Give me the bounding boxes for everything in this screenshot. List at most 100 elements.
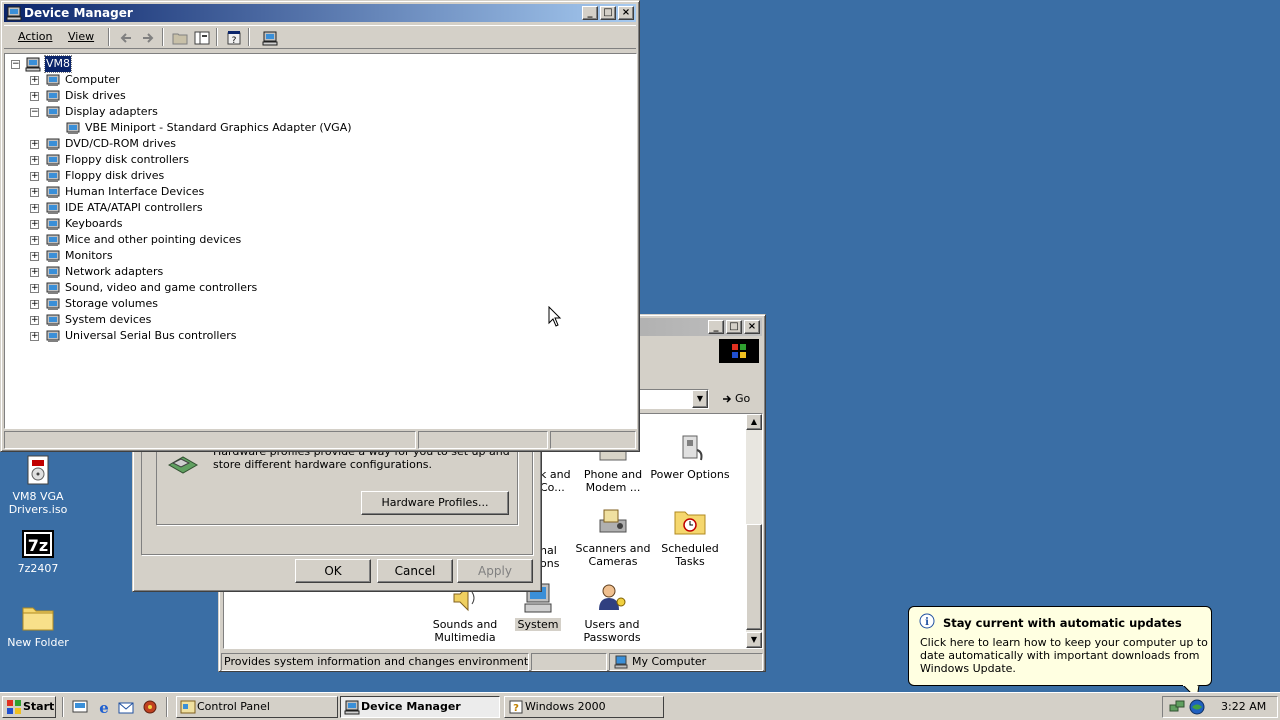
scroll-thumb[interactable] <box>746 524 762 630</box>
tree-item[interactable]: + Storage volumes <box>5 296 405 312</box>
tree-item[interactable]: + Computer <box>5 72 405 88</box>
up-folder-icon[interactable] <box>172 30 188 46</box>
device-category-icon <box>46 218 60 230</box>
address-combo[interactable]: ▼ <box>639 389 709 409</box>
menu-action[interactable]: Action <box>18 30 52 43</box>
tree-item[interactable]: + Floppy disk drives <box>5 168 405 184</box>
cancel-button[interactable]: Cancel <box>377 559 453 583</box>
expand-toggle[interactable]: + <box>30 172 39 181</box>
tree-item-label: Computer <box>65 73 120 86</box>
show-hide-tree-icon[interactable] <box>194 30 210 46</box>
minimize-button[interactable]: _ <box>582 6 598 20</box>
go-arrow-icon <box>723 395 732 403</box>
expand-toggle[interactable]: + <box>30 92 39 101</box>
expand-toggle[interactable]: + <box>30 188 39 197</box>
list-item-users-passwords[interactable]: Users and Passwords <box>570 582 654 644</box>
hardware-profiles-button[interactable]: Hardware Profiles... <box>361 491 509 515</box>
expand-toggle[interactable]: + <box>30 300 39 309</box>
expand-toggle[interactable]: + <box>30 252 39 261</box>
windows-update-tray-icon[interactable] <box>1189 699 1205 715</box>
task-windows-2000[interactable]: ? Windows 2000 <box>504 696 664 718</box>
desktop-icon-new-folder[interactable]: New Folder <box>0 602 76 649</box>
desktop-icon-7z2407[interactable]: 7z 7z2407 <box>0 530 76 575</box>
update-balloon[interactable]: i Stay current with automatic updates Cl… <box>908 606 1212 701</box>
forward-arrow-icon[interactable] <box>140 30 156 46</box>
device-category-icon <box>46 202 60 214</box>
chevron-down-icon[interactable]: ▼ <box>692 390 708 408</box>
tree-item[interactable]: + Human Interface Devices <box>5 184 405 200</box>
show-desktop-icon[interactable] <box>72 699 88 715</box>
list-item-power-options[interactable]: Power Options <box>648 432 732 481</box>
maximize-button[interactable]: □ <box>726 320 742 334</box>
expand-toggle[interactable]: + <box>30 220 39 229</box>
list-item-scheduled-tasks[interactable]: Scheduled Tasks <box>648 506 732 568</box>
clock[interactable]: 3:22 AM <box>1221 700 1266 713</box>
apply-button[interactable]: Apply <box>457 559 533 583</box>
maximize-button[interactable]: □ <box>600 6 616 20</box>
device-category-icon <box>46 74 60 86</box>
expand-toggle[interactable]: + <box>30 76 39 85</box>
task-control-panel[interactable]: Control Panel <box>176 696 338 718</box>
tree-item-label: Disk drives <box>65 89 126 102</box>
tree-item[interactable]: − Display adapters <box>5 104 405 120</box>
control-panel-icon <box>180 700 196 714</box>
tree-item[interactable]: + Network adapters <box>5 264 405 280</box>
go-button[interactable]: Go <box>719 389 759 409</box>
device-category-icon <box>46 170 60 182</box>
list-item-scanners-cameras[interactable]: Scanners and Cameras <box>572 506 654 568</box>
tree-item[interactable]: + IDE ATA/ATAPI controllers <box>5 200 405 216</box>
tree-root[interactable]: − VM8 <box>5 55 305 73</box>
collapse-toggle[interactable]: − <box>30 108 39 117</box>
tree-item[interactable]: + Mice and other pointing devices <box>5 232 405 248</box>
tree-item-label: System devices <box>65 313 152 326</box>
minimize-button[interactable]: _ <box>708 320 724 334</box>
device-category-icon <box>46 90 60 102</box>
expand-toggle[interactable]: + <box>30 332 39 341</box>
desktop-icon-label: VM8 VGA Drivers.iso <box>8 490 68 516</box>
expand-toggle[interactable]: + <box>30 236 39 245</box>
scroll-up-icon[interactable]: ▲ <box>746 414 762 430</box>
vertical-scrollbar[interactable]: ▲ ▼ <box>746 414 762 648</box>
collapse-toggle[interactable]: − <box>11 60 20 69</box>
expand-toggle[interactable]: + <box>30 156 39 165</box>
scroll-down-icon[interactable]: ▼ <box>746 632 762 648</box>
tree-item[interactable]: + Sound, video and game controllers <box>5 280 405 296</box>
network-tray-icon[interactable] <box>1169 699 1185 715</box>
tree-item[interactable]: + DVD/CD-ROM drives <box>5 136 405 152</box>
expand-toggle[interactable]: + <box>30 204 39 213</box>
device-category-icon <box>46 282 60 294</box>
status-bar-section <box>550 431 636 449</box>
menu-view[interactable]: View <box>68 30 94 43</box>
properties-icon[interactable]: ? <box>226 30 242 46</box>
tree-item[interactable]: + Keyboards <box>5 216 405 232</box>
expand-toggle[interactable]: + <box>30 316 39 325</box>
device-manager-titlebar[interactable]: Device Manager _ □ × <box>4 4 636 22</box>
ok-button[interactable]: OK <box>295 559 371 583</box>
task-device-manager[interactable]: Device Manager <box>340 696 500 718</box>
tree-item[interactable]: + Floppy disk controllers <box>5 152 405 168</box>
tree-item[interactable]: + Disk drives <box>5 88 405 104</box>
device-tree[interactable]: − VM8 + Computer + Disk drives − Display adap… <box>4 53 637 429</box>
scan-hardware-icon[interactable] <box>262 30 278 46</box>
help-icon: ? <box>509 700 523 714</box>
tree-item-label: Keyboards <box>65 217 123 230</box>
expand-toggle[interactable]: + <box>30 268 39 277</box>
start-button[interactable]: Start <box>2 696 56 718</box>
close-button[interactable]: × <box>744 320 760 334</box>
back-arrow-icon[interactable] <box>118 30 134 46</box>
desktop-icon-vga-drivers-iso[interactable]: VM8 VGA Drivers.iso <box>0 454 76 516</box>
tree-item[interactable]: + Monitors <box>5 248 405 264</box>
tree-child-item[interactable]: VBE Miniport - Standard Graphics Adapter… <box>5 120 425 136</box>
internet-explorer-icon[interactable]: e <box>96 699 112 715</box>
tree-item-label: Sound, video and game controllers <box>65 281 258 294</box>
expand-toggle[interactable]: + <box>30 140 39 149</box>
close-button[interactable]: × <box>618 6 634 20</box>
expand-toggle[interactable]: + <box>30 284 39 293</box>
tree-item[interactable]: + System devices <box>5 312 405 328</box>
tree-item[interactable]: + Universal Serial Bus controllers <box>5 328 405 344</box>
device-category-icon <box>46 266 60 278</box>
outlook-express-icon[interactable] <box>118 699 134 715</box>
media-player-icon[interactable] <box>142 699 158 715</box>
device-category-icon <box>46 298 60 310</box>
tree-item-label: Storage volumes <box>65 297 159 310</box>
